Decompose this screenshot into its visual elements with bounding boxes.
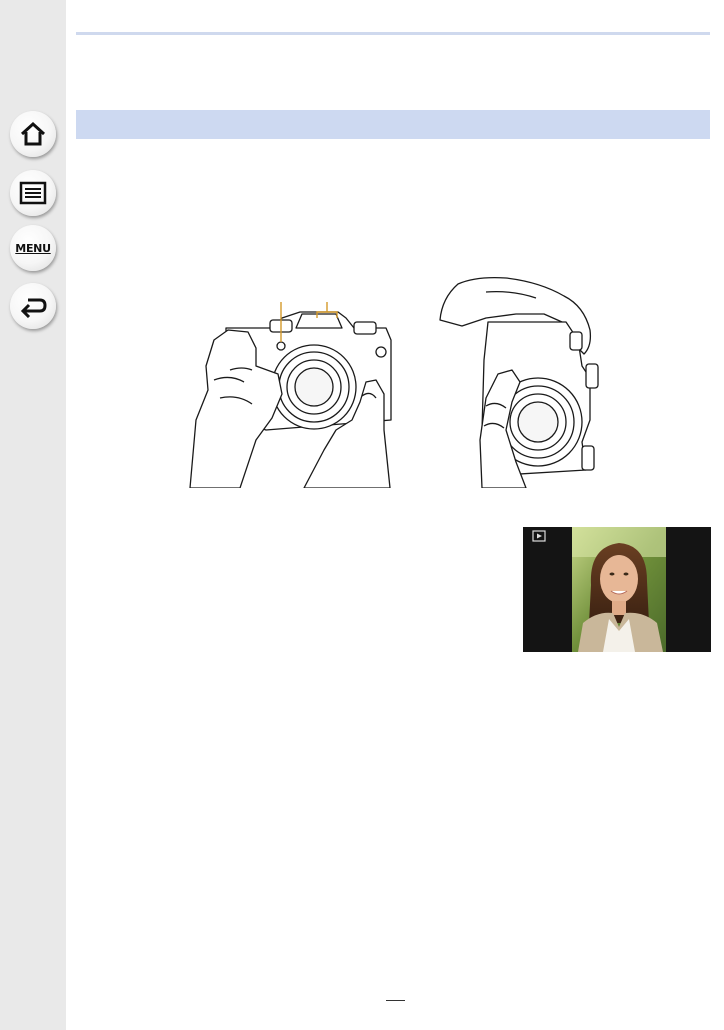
page-number-rule	[386, 1000, 405, 1001]
camera-screen-preview	[523, 527, 711, 652]
sidebar: MENU	[0, 0, 66, 1030]
back-button[interactable]	[10, 283, 56, 329]
portrait-photo	[523, 527, 711, 652]
menu-button[interactable]: MENU	[10, 225, 56, 271]
section-header-bar	[76, 110, 710, 139]
home-button[interactable]	[10, 111, 56, 157]
header-rule	[76, 32, 710, 35]
list-icon	[19, 181, 47, 205]
home-icon	[20, 121, 46, 146]
hands-holding-camera-vertical-illustration	[439, 276, 599, 488]
camera-holding-illustration	[189, 276, 599, 488]
menu-icon: MENU	[15, 241, 51, 255]
hands-holding-camera-illustration	[189, 311, 392, 488]
contents-button[interactable]	[10, 170, 56, 216]
back-arrow-icon	[20, 298, 47, 318]
